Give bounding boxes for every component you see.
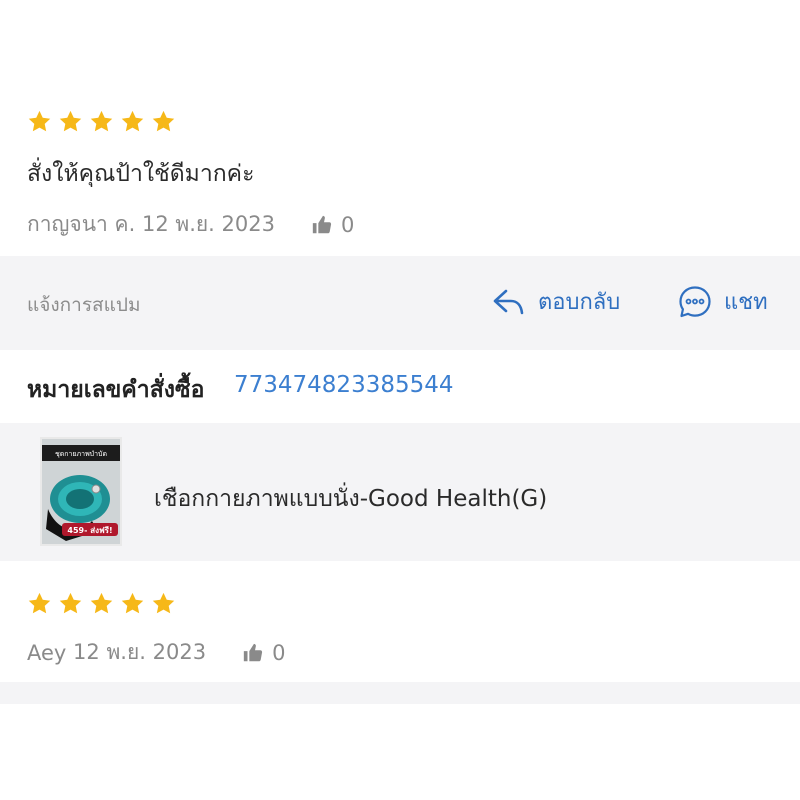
star-icon	[28, 592, 51, 614]
product-row[interactable]: ชุดกายภาพบำบัด 459- ส่งฟรี! เชือกกายภาพแ…	[0, 423, 800, 561]
thumb-caption: ชุดกายภาพบำบัด	[55, 450, 107, 458]
review-date: 12 พ.ย. 2023	[73, 640, 207, 664]
review-meta: Aey 12 พ.ย. 2023 0	[27, 636, 285, 669]
thumbs-up-icon	[312, 215, 332, 233]
star-icon	[152, 110, 175, 132]
order-number-row: หมายเลขคำสั่งซื้อ 773474823385544	[0, 350, 800, 423]
section-divider	[0, 682, 800, 704]
star-icon	[121, 592, 144, 614]
like-count: 0	[272, 640, 286, 665]
review-card-2: Aey 12 พ.ย. 2023 0	[0, 561, 800, 682]
reviewer-name: Aey	[27, 640, 67, 665]
thumb-price: 459- ส่งฟรี!	[67, 525, 112, 535]
star-icon	[28, 110, 51, 132]
product-name: เชือกกายภาพแบบนั่ง-Good Health(G)	[154, 486, 548, 512]
reviewer-name: กาญจนา ค.	[27, 212, 136, 236]
report-spam-link[interactable]: แจ้งการสแปม	[27, 290, 140, 320]
star-icon	[121, 110, 144, 132]
product-thumbnail: ชุดกายภาพบำบัด 459- ส่งฟรี!	[40, 437, 122, 546]
star-icon	[59, 592, 82, 614]
chat-label: แชท	[724, 290, 768, 315]
review-page: สั่งให้คุณป้าใช้ดีมากค่ะ กาญจนา ค. 12 พ.…	[0, 0, 800, 800]
review-meta: กาญจนา ค. 12 พ.ย. 2023 0	[27, 208, 354, 241]
review-card-1: สั่งให้คุณป้าใช้ดีมากค่ะ กาญจนา ค. 12 พ.…	[0, 0, 800, 256]
chat-button[interactable]: แชท	[678, 284, 768, 319]
like-button[interactable]: 0	[242, 641, 285, 665]
star-icon	[59, 110, 82, 132]
reply-button[interactable]: ตอบกลับ	[492, 284, 620, 319]
review-text: สั่งให้คุณป้าใช้ดีมากค่ะ	[27, 161, 255, 187]
reply-arrow-icon	[493, 289, 524, 314]
order-number-link[interactable]: 773474823385544	[234, 372, 454, 398]
reply-label: ตอบกลับ	[538, 290, 621, 315]
star-rating	[27, 591, 176, 616]
thumbs-up-icon	[243, 643, 263, 661]
order-number-label: หมายเลขคำสั่งซื้อ	[27, 377, 205, 403]
review-date: 12 พ.ย. 2023	[141, 212, 275, 236]
star-icon	[90, 110, 113, 132]
star-icon	[152, 592, 175, 614]
star-icon	[90, 592, 113, 614]
star-rating	[27, 109, 176, 134]
review-actions-bar: แจ้งการสแปม ตอบกลับ แชท	[0, 256, 800, 350]
chat-bubble-icon	[679, 285, 711, 317]
like-count: 0	[340, 212, 355, 237]
like-button[interactable]: 0	[311, 213, 354, 237]
